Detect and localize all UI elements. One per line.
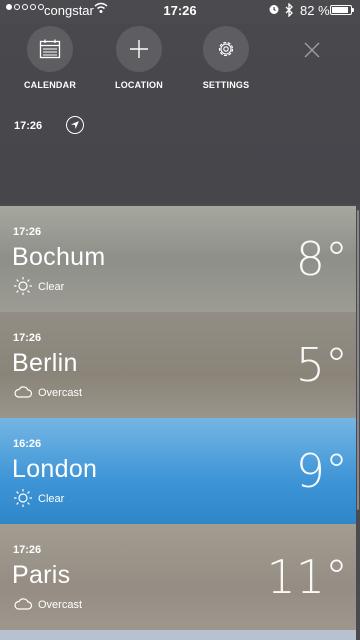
city-time: 17:26 (13, 332, 42, 344)
battery-icon (330, 5, 354, 15)
alarm-icon (268, 3, 280, 18)
city-condition: Overcast (38, 387, 83, 399)
calendar-icon (39, 39, 61, 59)
city-temperature: 9° (295, 444, 348, 498)
city-temperature: 8° (295, 232, 348, 286)
add-location-button[interactable]: LOCATION (94, 26, 184, 90)
city-name: Paris (12, 561, 71, 589)
sun-icon (14, 277, 32, 295)
city-card-london[interactable]: 16:26 London Clear 9° (0, 418, 356, 524)
gear-icon (218, 41, 234, 57)
city-card-bochum[interactable]: 17:26 Bochum Clear 8° (0, 206, 356, 312)
city-name: Bochum (12, 243, 106, 271)
settings-label: SETTINGS (202, 80, 250, 90)
calendar-button[interactable]: CALENDAR (5, 26, 95, 90)
bluetooth-icon (284, 2, 294, 20)
city-time: 16:26 (13, 438, 42, 450)
next-city-card-peek[interactable] (0, 630, 356, 640)
close-button[interactable] (300, 38, 324, 62)
city-temperature: 5° (295, 338, 348, 392)
location-arrow-icon[interactable] (66, 116, 84, 134)
location-label: LOCATION (115, 80, 163, 90)
settings-button[interactable]: SETTINGS (181, 26, 271, 90)
city-card-berlin[interactable]: 17:26 Berlin Overcast 5° (0, 312, 356, 418)
city-name: London (12, 455, 98, 483)
status-bar: congstar 17:26 82 % (0, 0, 360, 22)
cloud-icon (14, 386, 33, 398)
top-menu: CALENDAR LOCATION SETTINGS 17:26 (0, 24, 360, 204)
battery-percentage: 82 % (300, 3, 330, 18)
city-time: 17:26 (13, 226, 42, 238)
sun-icon (14, 489, 32, 507)
plus-icon (130, 40, 148, 58)
cloud-icon (14, 598, 33, 610)
calendar-label: CALENDAR (23, 80, 77, 90)
city-condition: Overcast (38, 599, 83, 611)
current-location-time: 17:26 (14, 120, 43, 132)
city-temperature: 11° (266, 550, 348, 604)
city-time: 17:26 (13, 544, 42, 556)
city-condition: Clear (38, 281, 65, 293)
city-condition: Clear (38, 493, 65, 505)
city-card-paris[interactable]: 17:26 Paris Overcast 11° (0, 524, 356, 630)
scrollbar[interactable] (356, 206, 360, 640)
city-name: Berlin (12, 349, 78, 377)
close-icon (304, 42, 320, 58)
